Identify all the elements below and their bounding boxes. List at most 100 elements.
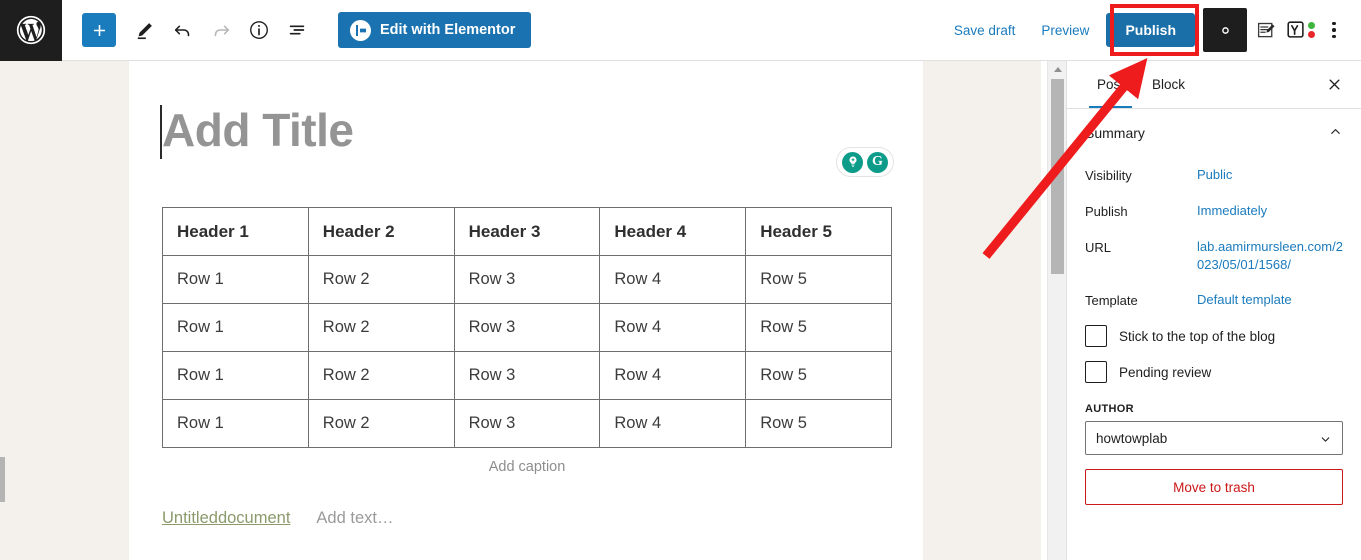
- post-title-input[interactable]: Add Title: [162, 107, 354, 153]
- document-overview-button[interactable]: [1247, 8, 1285, 52]
- editor-scrollbar[interactable]: [1047, 61, 1066, 560]
- more-options-button[interactable]: [1315, 8, 1353, 52]
- table-cell[interactable]: Row 1: [162, 255, 309, 304]
- wordpress-logo-icon[interactable]: [0, 0, 62, 61]
- table-cell[interactable]: Row 5: [745, 303, 892, 352]
- details-info-button[interactable]: [240, 11, 278, 49]
- table-header-cell[interactable]: Header 1: [162, 207, 309, 256]
- table-cell[interactable]: Row 2: [307, 255, 455, 304]
- chevron-up-icon: [1328, 124, 1343, 142]
- table-cell[interactable]: Row 4: [599, 255, 747, 304]
- template-label: Template: [1085, 293, 1138, 309]
- table-cell[interactable]: Row 4: [599, 399, 747, 448]
- pending-review-row[interactable]: Pending review: [1067, 354, 1361, 390]
- author-label: AUTHOR: [1085, 403, 1134, 416]
- visibility-label: Visibility: [1085, 168, 1132, 183]
- sticky-post-checkbox[interactable]: [1085, 325, 1107, 348]
- post-settings-sidebar: Post Block Summary Visibility Public Pub…: [1066, 61, 1361, 560]
- table-cell[interactable]: Row 3: [453, 399, 601, 448]
- table-cell[interactable]: Row 3: [453, 255, 601, 304]
- elementor-label: Edit with Elementor: [380, 22, 516, 38]
- table-row: Row 1 Row 2 Row 3 Row 4 Row 5: [162, 255, 892, 304]
- table-cell[interactable]: Row 5: [745, 399, 892, 448]
- paragraph-placeholder[interactable]: Add text…: [316, 509, 393, 528]
- table-cell[interactable]: Row 3: [453, 303, 601, 352]
- table-cell[interactable]: Row 3: [453, 351, 601, 400]
- editor-toolbar: Edit with Elementor Save draft Preview P…: [0, 0, 1361, 61]
- settings-gear-button[interactable]: [1203, 8, 1247, 52]
- table-block[interactable]: Header 1 Header 2 Header 3 Header 4 Head…: [162, 207, 892, 475]
- sticky-post-row[interactable]: Stick to the top of the blog: [1067, 318, 1361, 354]
- table-cell[interactable]: Row 1: [162, 351, 309, 400]
- summary-title: Summary: [1085, 125, 1145, 141]
- table-cell[interactable]: Row 4: [599, 351, 747, 400]
- table-cell[interactable]: Row 1: [162, 399, 309, 448]
- table-cell[interactable]: Row 2: [307, 399, 455, 448]
- table-cell[interactable]: Row 2: [307, 351, 455, 400]
- toolbar-left-tools: Edit with Elementor: [62, 11, 532, 49]
- visibility-row: Visibility Public: [1067, 157, 1361, 193]
- grammarly-g-icon[interactable]: G: [867, 151, 888, 173]
- redo-button[interactable]: [202, 11, 240, 49]
- table-header-cell[interactable]: Header 4: [599, 207, 747, 256]
- table-row: Row 1 Row 2 Row 3 Row 4 Row 5: [162, 303, 892, 352]
- table-header-row: Header 1 Header 2 Header 3 Header 4 Head…: [162, 207, 892, 256]
- sticky-post-label: Stick to the top of the blog: [1119, 328, 1276, 344]
- table-caption-input[interactable]: Add caption: [162, 448, 892, 475]
- close-icon: [1329, 79, 1339, 90]
- paragraph-block: Untitleddocument Add text…: [162, 509, 393, 528]
- toolbar-right-actions: Save draft Preview Publish: [941, 0, 1361, 61]
- yoast-dot-green: [1308, 22, 1315, 29]
- author-select-wrapper: howtowplab: [1067, 421, 1361, 456]
- url-row: URL lab.aamirmursleen.com/2023/05/01/156…: [1067, 229, 1361, 282]
- yoast-dot-red: [1308, 31, 1315, 38]
- close-sidebar-button[interactable]: [1321, 72, 1347, 98]
- tab-block[interactable]: Block: [1138, 61, 1199, 108]
- table-cell[interactable]: Row 1: [162, 303, 309, 352]
- summary-section-header[interactable]: Summary: [1067, 109, 1361, 157]
- tab-post[interactable]: Post: [1083, 61, 1138, 108]
- table-header-cell[interactable]: Header 2: [307, 207, 455, 256]
- publish-button[interactable]: Publish: [1106, 13, 1195, 47]
- writing-assistant-pill: G: [836, 147, 894, 177]
- publish-button-wrapper: Publish: [1106, 13, 1195, 47]
- template-value[interactable]: Default template: [1197, 291, 1292, 309]
- url-value[interactable]: lab.aamirmursleen.com/2023/05/01/1568/: [1197, 238, 1343, 273]
- table-header-cell[interactable]: Header 5: [745, 207, 892, 256]
- list-view-button[interactable]: [278, 11, 316, 49]
- left-edge-tab[interactable]: [0, 457, 5, 502]
- lightbulb-icon[interactable]: [842, 151, 863, 173]
- visibility-value[interactable]: Public: [1197, 166, 1232, 184]
- scroll-up-arrow-icon[interactable]: [1048, 61, 1067, 78]
- pending-review-label: Pending review: [1119, 364, 1212, 380]
- table-cell[interactable]: Row 4: [599, 303, 747, 352]
- undo-button[interactable]: [164, 11, 202, 49]
- preview-button[interactable]: Preview: [1028, 0, 1102, 61]
- trash-wrapper: Move to trash: [1067, 455, 1361, 506]
- untitled-document-link[interactable]: Untitleddocument: [162, 509, 290, 528]
- right-gutter: [923, 61, 1041, 560]
- move-to-trash-button[interactable]: Move to trash: [1085, 469, 1343, 506]
- kebab-menu-icon: [1332, 21, 1336, 39]
- scrollbar-thumb[interactable]: [1051, 79, 1064, 274]
- publish-value[interactable]: Immediately: [1197, 202, 1267, 220]
- template-row: Template Default template: [1067, 282, 1361, 318]
- add-block-button[interactable]: [82, 13, 116, 47]
- table-cell[interactable]: Row 5: [745, 351, 892, 400]
- table-cell[interactable]: Row 5: [745, 255, 892, 304]
- url-label: URL: [1085, 240, 1112, 255]
- elementor-icon: [350, 19, 371, 41]
- pending-review-checkbox[interactable]: [1085, 361, 1107, 384]
- author-select[interactable]: howtowplab: [1085, 421, 1343, 456]
- yoast-status-dots: [1308, 22, 1315, 38]
- yoast-seo-indicator[interactable]: [1285, 19, 1315, 41]
- save-draft-button[interactable]: Save draft: [941, 0, 1029, 61]
- left-gutter: [0, 61, 129, 560]
- yoast-seo-icon: [1287, 21, 1304, 38]
- edit-tool-button[interactable]: [126, 11, 164, 49]
- table-header-cell[interactable]: Header 3: [453, 207, 601, 256]
- publish-label: Publish: [1085, 204, 1128, 219]
- data-table: Header 1 Header 2 Header 3 Header 4 Head…: [162, 207, 892, 448]
- edit-with-elementor-button[interactable]: Edit with Elementor: [338, 12, 532, 48]
- table-cell[interactable]: Row 2: [307, 303, 455, 352]
